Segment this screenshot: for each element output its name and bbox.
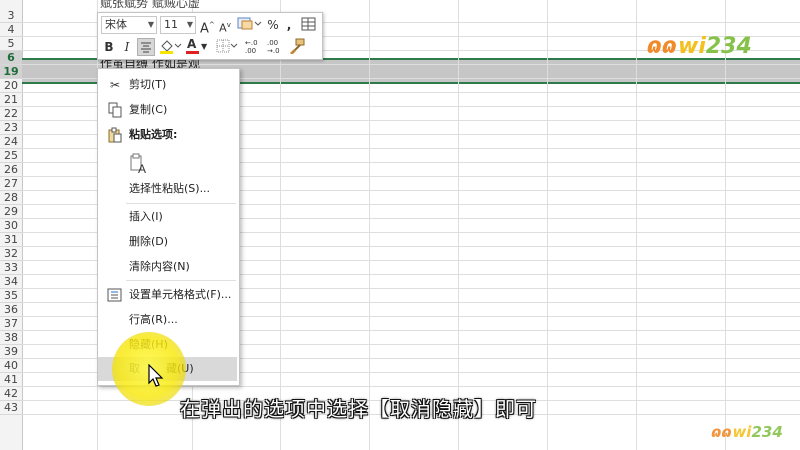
row-header-30[interactable]: 30 xyxy=(0,219,22,233)
row-header-28[interactable]: 28 xyxy=(0,191,22,205)
menu-item-unhide[interactable]: 取 藏(U) xyxy=(98,357,237,381)
svg-text:←.0: ←.0 xyxy=(245,39,258,47)
row-header-38[interactable]: 38 xyxy=(0,331,22,345)
row-header-6[interactable]: 6 xyxy=(0,51,22,65)
menu-item-clear-contents[interactable]: 清除内容(N) xyxy=(98,255,237,279)
font-size-select[interactable]: 11 ▼ xyxy=(160,16,196,34)
row-header-36[interactable]: 36 xyxy=(0,303,22,317)
row-header-column: 3 4 5 6 19 20 21 22 23 24 25 26 27 28 29 30 31 32 33 34 35 36… xyxy=(0,0,23,450)
format-painter-brush-icon xyxy=(290,38,305,55)
grid-column-line xyxy=(458,0,459,450)
row-header-40[interactable]: 40 xyxy=(0,359,22,373)
menu-item-delete[interactable]: 删除(D) xyxy=(98,230,237,254)
grid-column-line xyxy=(547,0,548,450)
row-header-3[interactable]: 3 xyxy=(0,9,22,23)
decrease-decimal-icon: .00→.0 xyxy=(267,39,280,55)
row-header-35[interactable]: 35 xyxy=(0,289,22,303)
unhide-label-end: 藏(U) xyxy=(166,362,194,375)
italic-button[interactable]: I xyxy=(119,38,135,56)
row-header-27[interactable]: 27 xyxy=(0,177,22,191)
subtitle-caption: 在弹出的选项中选择【取消隐藏】即可 xyxy=(180,397,537,421)
grid-column-line xyxy=(369,0,370,450)
unhide-label-start: 取 xyxy=(129,362,140,375)
menu-item-paste-special[interactable]: 选择性粘贴(S)... xyxy=(98,177,237,201)
table-grid-icon xyxy=(301,17,316,31)
svg-text:A: A xyxy=(138,162,146,175)
mini-toolbar: 宋体 ▼ 11 ▼ A^ Av % , B I A ▼ ←.0.00 .00 →.0 xyxy=(97,12,323,60)
font-color-button[interactable]: A ▼ xyxy=(185,37,209,56)
row-header-26[interactable]: 26 xyxy=(0,163,22,177)
percent-button[interactable]: % xyxy=(266,16,280,34)
row-header-25[interactable]: 25 xyxy=(0,149,22,163)
increase-decimal-button[interactable]: ←.0.00 xyxy=(243,38,263,56)
menu-item-paste-options-label: 粘贴选项: xyxy=(98,123,237,147)
align-center-icon xyxy=(141,42,151,53)
grow-font-button[interactable]: A^ xyxy=(200,16,215,36)
table-style-icon xyxy=(237,17,262,30)
bold-button[interactable]: B xyxy=(101,38,117,56)
row-header-23[interactable]: 23 xyxy=(0,121,22,135)
row-header-32[interactable]: 32 xyxy=(0,247,22,261)
menu-separator xyxy=(126,280,236,281)
svg-text:.00: .00 xyxy=(245,47,256,54)
menu-separator xyxy=(126,203,236,204)
menu-item-insert[interactable]: 插入(I) xyxy=(98,205,237,229)
scissors-icon: ✂ xyxy=(109,78,121,92)
decrease-decimal-button[interactable]: .00 →.0 xyxy=(265,38,285,56)
menu-item-cut[interactable]: ✂ 剪切(T) xyxy=(98,73,237,97)
copy-icon xyxy=(107,102,123,118)
row-header-22[interactable]: 22 xyxy=(0,107,22,121)
row-header-19[interactable]: 19 xyxy=(0,65,22,79)
row-header-37[interactable]: 37 xyxy=(0,317,22,331)
menu-item-copy[interactable]: 复制(C) xyxy=(98,98,237,122)
font-name-select[interactable]: 宋体 ▼ xyxy=(101,16,157,34)
menu-item-row-height[interactable]: 行高(R)... xyxy=(98,308,237,332)
row-header-20[interactable]: 20 xyxy=(0,79,22,93)
borders-icon xyxy=(216,39,238,53)
mouse-cursor-icon xyxy=(148,364,164,387)
format-painter-style-button[interactable] xyxy=(236,16,262,34)
watermark-logo: ɷɷwi234 xyxy=(648,34,752,59)
table-format-button[interactable] xyxy=(301,16,317,34)
menu-item-hide[interactable]: 隐藏(H) xyxy=(98,333,237,357)
paint-bucket-icon xyxy=(160,40,182,54)
row-header-31[interactable]: 31 xyxy=(0,233,22,247)
grid-column-line xyxy=(280,0,281,450)
format-painter-button[interactable] xyxy=(288,38,306,56)
row-header-4[interactable]: 4 xyxy=(0,23,22,37)
row-header-42[interactable]: 42 xyxy=(0,387,22,401)
row-header-29[interactable]: 29 xyxy=(0,205,22,219)
row-header-21[interactable]: 21 xyxy=(0,93,22,107)
menu-item-format-cells[interactable]: 设置单元格格式(F)... xyxy=(98,283,237,307)
svg-text:.00: .00 xyxy=(267,39,278,47)
row-header-43[interactable]: 43 xyxy=(0,401,22,415)
increase-decimal-icon: ←.0.00 xyxy=(245,39,258,55)
grid-row-line xyxy=(22,386,800,387)
row-header-5[interactable]: 5 xyxy=(0,37,22,51)
watermark-logo-small: ɷɷwi234 xyxy=(712,423,783,441)
row-header-33[interactable]: 33 xyxy=(0,261,22,275)
center-align-button[interactable] xyxy=(137,38,155,56)
grid-column-line xyxy=(636,0,637,450)
row-header-34[interactable]: 34 xyxy=(0,275,22,289)
row-header-39[interactable]: 39 xyxy=(0,345,22,359)
svg-text:→.0: →.0 xyxy=(267,47,280,54)
paste-keep-format-icon[interactable]: A xyxy=(129,153,149,176)
fill-color-button[interactable] xyxy=(158,38,182,56)
font-color-swatch xyxy=(186,51,199,54)
comma-button[interactable]: , xyxy=(284,16,294,34)
partial-cell-text: 赋张赋势 赋贼心虚 xyxy=(100,0,200,10)
format-cells-icon xyxy=(107,287,123,303)
row-header-24[interactable]: 24 xyxy=(0,135,22,149)
chevron-down-icon: ▼ xyxy=(201,42,208,51)
row-header-41[interactable]: 41 xyxy=(0,373,22,387)
shrink-font-button[interactable]: Av xyxy=(218,16,232,35)
clipboard-icon xyxy=(107,127,123,143)
grid-column-line xyxy=(725,0,726,450)
context-menu: ✂ 剪切(T) 复制(C) 粘贴选项: A 选择性粘贴(S)... 插入(I) … xyxy=(97,68,240,386)
borders-button[interactable] xyxy=(215,38,239,56)
